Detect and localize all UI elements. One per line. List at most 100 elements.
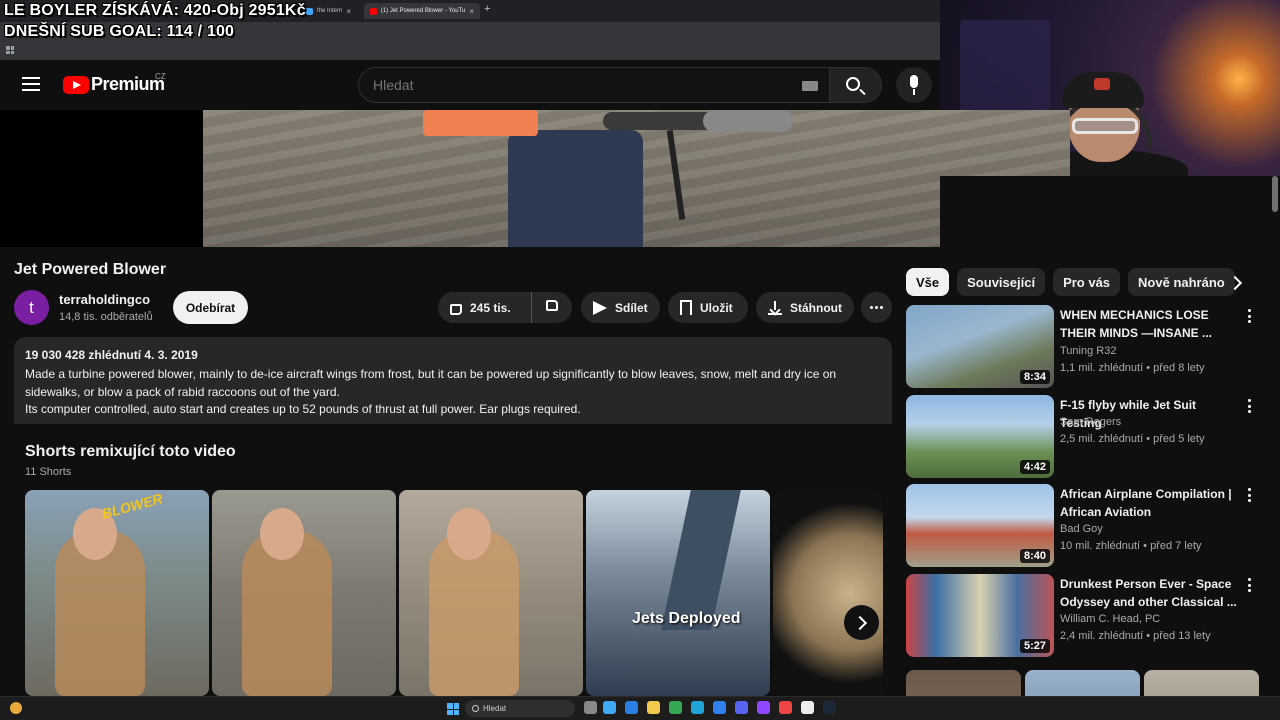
short-thumbnail[interactable] — [212, 490, 396, 696]
dislike-button[interactable] — [532, 292, 572, 323]
view-count-date: 19 030 428 zhlédnutí 4. 3. 2019 — [25, 348, 198, 362]
region-code: CZ — [155, 72, 166, 81]
video-thumbnail[interactable]: 5:27 — [906, 574, 1054, 657]
share-label: Sdílet — [615, 300, 648, 315]
duration-badge: 8:34 — [1019, 370, 1050, 384]
youtube-favicon-icon — [370, 7, 377, 15]
chip-related[interactable]: Související — [957, 268, 1046, 296]
channel-name[interactable]: terraholdingco — [59, 292, 150, 307]
taskbar-search[interactable]: Hledat — [465, 700, 575, 717]
download-button[interactable]: Stáhnout — [756, 292, 854, 323]
like-button[interactable]: 245 tis. — [438, 292, 532, 323]
menu-icon[interactable] — [22, 77, 40, 91]
twitch-icon[interactable] — [757, 701, 770, 714]
share-button[interactable]: Sdílet — [581, 292, 660, 323]
short-thumbnail[interactable] — [399, 490, 583, 696]
short-caption: BLOWER — [99, 490, 165, 522]
close-tab-icon[interactable]: × — [469, 7, 474, 16]
shorts-section-title: Shorts remixující toto video — [25, 443, 236, 460]
obs-icon[interactable] — [801, 701, 814, 714]
more-options-icon[interactable] — [1248, 309, 1252, 323]
more-options-icon[interactable] — [1248, 399, 1252, 413]
more-options-icon[interactable] — [1248, 488, 1252, 502]
mic-icon[interactable] — [896, 67, 932, 103]
more-actions-button[interactable] — [861, 292, 892, 323]
avatar[interactable]: t — [14, 290, 49, 325]
file-explorer-icon[interactable] — [647, 701, 660, 714]
bookmarks-bar — [0, 42, 940, 60]
chrome-icon[interactable] — [669, 701, 682, 714]
thumbs-up-icon — [450, 304, 462, 315]
short-caption: Jets Deployed — [632, 610, 741, 627]
chip-for-you[interactable]: Pro vás — [1053, 268, 1121, 296]
duration-badge: 8:40 — [1019, 549, 1050, 563]
browser-tab[interactable]: the Intern × — [300, 3, 362, 19]
duration-badge: 4:42 — [1019, 460, 1050, 474]
apps-grid-icon[interactable] — [6, 46, 14, 54]
video-thumbnail[interactable]: 8:34 — [906, 305, 1054, 388]
video-thumbnail[interactable]: 8:40 — [906, 484, 1054, 567]
more-options-icon[interactable] — [1248, 578, 1252, 592]
like-count: 245 tis. — [470, 300, 511, 315]
store-icon[interactable] — [625, 701, 638, 714]
channel-name[interactable]: William C. Head, PC — [1060, 613, 1160, 625]
weather-icon[interactable] — [10, 702, 22, 714]
video-title[interactable]: Drunkest Person Ever - Space Odyssey and… — [1060, 575, 1240, 611]
logo-text[interactable]: Premium — [91, 74, 165, 95]
video-thumbnail[interactable] — [906, 670, 1021, 696]
recommended-video[interactable] — [906, 670, 1266, 696]
windows-start-icon[interactable] — [447, 703, 459, 715]
short-thumbnail[interactable]: BLOWER — [25, 490, 209, 696]
chevron-right-icon[interactable] — [844, 605, 879, 640]
recommended-video[interactable]: 5:27 Drunkest Person Ever - Space Odysse… — [906, 574, 1266, 658]
browser-tab-active[interactable]: (1) Jet Powered Blower - YouTu × — [364, 3, 480, 19]
recommended-video[interactable]: 4:42 F-15 flyby while Jet Suit Testing S… — [906, 395, 1266, 479]
search-box — [358, 67, 830, 103]
youtube-header: Premium CZ — [0, 60, 940, 110]
tab-label: (1) Jet Powered Blower - YouTu — [380, 8, 466, 14]
video-title[interactable]: WHEN MECHANICS LOSE THEIR MINDS —INSANE … — [1060, 306, 1240, 342]
youtube-logo-icon[interactable] — [63, 76, 89, 94]
keyboard-icon[interactable] — [802, 81, 818, 91]
channel-name[interactable]: Tuning R32 — [1060, 345, 1116, 357]
short-thumbnail[interactable] — [773, 490, 883, 696]
channel-name[interactable]: Sam Rogers — [1060, 416, 1121, 428]
subscribe-button[interactable]: Odebírat — [173, 291, 248, 324]
video-meta: 2,5 mil. zhlédnutí • před 5 lety — [1060, 433, 1205, 445]
chip-all[interactable]: Vše — [906, 268, 950, 296]
task-view-icon[interactable] — [584, 701, 597, 714]
close-tab-icon[interactable]: × — [346, 7, 351, 16]
scrollbar[interactable] — [1272, 176, 1278, 212]
video-thumbnail[interactable]: 4:42 — [906, 395, 1054, 478]
share-icon — [593, 300, 607, 315]
edge-icon[interactable] — [691, 701, 704, 714]
discord-icon[interactable] — [735, 701, 748, 714]
download-icon — [768, 300, 782, 315]
short-thumbnail[interactable]: Jets Deployed — [586, 490, 770, 696]
tab-favicon-icon — [306, 7, 313, 15]
video-thumbnail[interactable] — [1025, 670, 1140, 696]
app-icon[interactable] — [713, 701, 726, 714]
search-button[interactable] — [830, 67, 882, 103]
save-button[interactable]: Uložit — [668, 292, 748, 323]
video-title[interactable]: African Airplane Compilation | African A… — [1060, 485, 1240, 521]
stream-overlay-sub-goal: DNEŠNÍ SUB GOAL: 114 / 100 — [4, 23, 235, 40]
bookmark-icon — [680, 300, 692, 315]
search-input[interactable] — [373, 77, 773, 93]
description-box[interactable]: 19 030 428 zhlédnutí 4. 3. 2019 Made a t… — [14, 337, 892, 424]
tab-label: the Intern — [317, 8, 343, 14]
windows-taskbar: Hledat — [0, 696, 1280, 720]
channel-name[interactable]: Bad Goy — [1060, 523, 1103, 535]
video-meta: 2,4 mil. zhlédnutí • před 13 lety — [1060, 630, 1211, 642]
new-tab-icon[interactable]: + — [484, 3, 490, 15]
app-icon[interactable] — [779, 701, 792, 714]
recommended-video[interactable]: 8:34 WHEN MECHANICS LOSE THEIR MINDS —IN… — [906, 305, 1266, 389]
video-thumbnail[interactable] — [1144, 670, 1259, 696]
widgets-icon[interactable] — [603, 701, 616, 714]
shorts-count: 11 Shorts — [25, 466, 72, 478]
chip-recently-uploaded[interactable]: Nově nahráno — [1128, 268, 1235, 296]
recommended-video[interactable]: 8:40 African Airplane Compilation | Afri… — [906, 484, 1266, 568]
description-text: Made a turbine powered blower, mainly to… — [25, 366, 885, 419]
steam-icon[interactable] — [823, 701, 836, 714]
stream-overlay-donation: LE BOYLER ZÍSKÁVÁ: 420-Obj 2951Kč — [4, 2, 306, 19]
